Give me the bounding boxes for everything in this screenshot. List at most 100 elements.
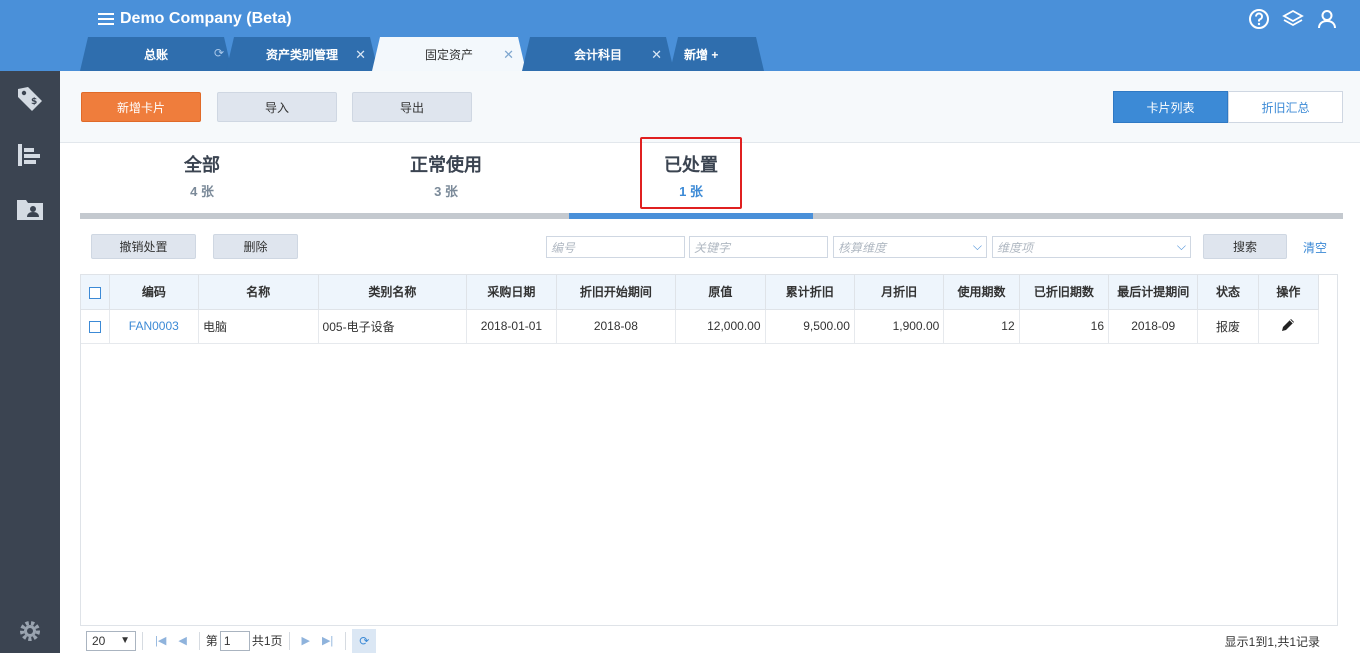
active-indicator [569,213,813,219]
col-original-value[interactable]: 原值 [675,275,766,310]
asset-code-link[interactable]: FAN0003 [129,319,179,333]
dimension-placeholder: 核算维度 [838,240,887,255]
col-code[interactable]: 编码 [109,275,200,310]
status-tab-all[interactable]: 全部 4 张 [112,153,292,200]
last-page-icon[interactable]: ▶| [322,634,333,647]
cell-dep-periods: 16 [1019,309,1110,344]
depreciation-summary-toggle[interactable]: 折旧汇总 [1228,91,1343,123]
status-tab-title: 全部 [184,155,220,175]
select-all-checkbox[interactable] [81,275,110,310]
col-periods[interactable]: 使用期数 [943,275,1020,310]
tab-label: 固定资产 [424,47,473,62]
keyword-placeholder: 关键字 [694,240,731,255]
help-icon[interactable] [1248,8,1270,30]
cell-monthly-dep: 1,900.00 [854,309,945,344]
close-icon[interactable]: ✕ [355,47,366,63]
undo-dispose-button[interactable]: 撤销处置 [91,234,196,259]
svg-text:$: $ [31,97,37,107]
menu-icon[interactable] [98,13,114,25]
top-header: Demo Company (Beta) 总账 ⟳ 资产类别管理 ✕ 固定资产 ✕… [0,0,1360,71]
cell-category: 005-电子设备 [318,309,468,344]
tab-accounts[interactable]: 会计科目 ✕ [522,37,674,71]
contacts-folder-icon[interactable] [14,193,46,225]
import-button[interactable]: 导入 [217,92,337,122]
tab-label: 会计科目 [573,47,622,62]
toolbar: 新增卡片 导入 导出 卡片列表 折旧汇总 [60,71,1360,143]
cell-actions [1258,309,1320,344]
refresh-icon[interactable]: ⟳ [352,628,377,653]
export-button[interactable]: 导出 [352,92,472,122]
cell-dep-start: 2018-08 [556,309,677,344]
table-header-row: 编码 名称 类别名称 采购日期 折旧开始期间 原值 累计折旧 月折旧 使用期数 … [81,275,1320,310]
page-size-select[interactable]: 20 ▼ [86,630,136,651]
page-size-value: 20 [92,633,106,648]
app-brand[interactable]: Demo Company (Beta) [98,9,292,29]
col-actions: 操作 [1258,275,1320,310]
col-dep-start[interactable]: 折旧开始期间 [556,275,677,310]
page-prefix: 第 [205,634,218,648]
divider [288,631,290,650]
dimension-item-select[interactable]: 维度项 ⌵ [992,236,1191,258]
first-page-icon[interactable]: |◀ [155,634,166,647]
status-tab-normal[interactable]: 正常使用 3 张 [356,153,536,200]
code-input[interactable]: 编号 [546,236,685,258]
cell-last-period: 2018-09 [1108,309,1199,344]
col-dep-periods[interactable]: 已折旧期数 [1019,275,1110,310]
row-checkbox[interactable] [81,309,110,344]
close-icon[interactable]: ✕ [651,47,662,63]
divider [345,631,347,650]
divider [198,631,200,650]
cell-purchase-date: 2018-01-01 [466,309,557,344]
add-card-button[interactable]: 新增卡片 [81,92,201,122]
col-purchase-date[interactable]: 采购日期 [466,275,557,310]
code-placeholder: 编号 [551,240,576,255]
tab-label: 总账 [143,47,168,62]
report-icon[interactable] [14,139,46,171]
delete-button[interactable]: 删除 [213,234,298,259]
col-last-period[interactable]: 最后计提期间 [1108,275,1199,310]
prev-page-icon[interactable]: ◀ [178,634,186,647]
tag-icon[interactable]: $ [14,83,46,115]
keyword-input[interactable]: 关键字 [689,236,828,258]
col-monthly-dep[interactable]: 月折旧 [854,275,945,310]
page-number-value: 1 [223,633,231,648]
cell-accum-dep: 9,500.00 [765,309,855,344]
layers-icon[interactable] [1282,8,1304,30]
pagination-bar: 20 ▼ |◀ ◀ 第 1 共1页 ▶ ▶| ⟳ 显示1到1,共1记录 [80,628,1338,653]
page-number-input[interactable]: 1 [219,630,250,651]
tab-label: 新增 + [684,47,719,62]
status-tab-count: 3 张 [434,184,458,199]
col-category[interactable]: 类别名称 [318,275,468,310]
tab-new[interactable]: 新增 + [670,37,764,71]
tab-asset-category[interactable]: 资产类别管理 ✕ [226,37,378,71]
refresh-icon[interactable]: ⟳ [214,46,224,60]
chevron-down-icon[interactable]: ⌵ [1177,239,1186,254]
status-tab-indicator [80,213,1343,219]
cell-code[interactable]: FAN0003 [109,309,200,344]
cell-periods: 12 [943,309,1020,344]
status-tab-title: 正常使用 [410,155,482,175]
tab-general-ledger[interactable]: 总账 ⟳ [80,37,232,71]
highlight-annotation [640,137,742,209]
search-button[interactable]: 搜索 [1203,234,1287,259]
col-accum-dep[interactable]: 累计折旧 [765,275,855,310]
user-icon[interactable] [1316,8,1338,30]
col-status[interactable]: 状态 [1197,275,1259,310]
caret-down-icon: ▼ [120,635,130,646]
card-list-toggle[interactable]: 卡片列表 [1113,91,1228,123]
col-name[interactable]: 名称 [198,275,319,310]
sidebar: $ [0,71,60,653]
status-tab-count: 4 张 [190,184,214,199]
chevron-down-icon[interactable]: ⌵ [973,239,982,254]
close-icon[interactable]: ✕ [503,47,514,63]
dimension-select[interactable]: 核算维度 ⌵ [833,236,987,258]
gear-icon[interactable] [14,615,46,647]
page-total: 共1页 [251,634,283,648]
next-page-icon[interactable]: ▶ [302,634,310,647]
edit-pencil-icon[interactable] [1280,318,1296,336]
tab-fixed-assets[interactable]: 固定资产 ✕ [372,37,526,71]
dimension-item-placeholder: 维度项 [997,240,1034,255]
clear-link[interactable]: 清空 [1303,239,1327,256]
tab-label: 资产类别管理 [265,47,338,62]
table-row[interactable]: FAN0003 电脑 005-电子设备 2018-01-01 2018-08 1… [81,309,1320,344]
